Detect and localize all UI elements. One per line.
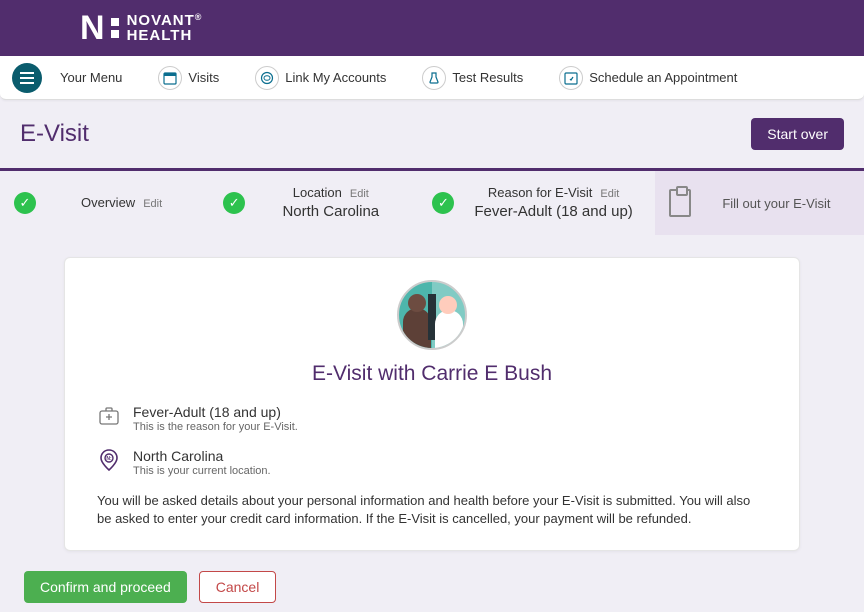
medical-kit-icon <box>97 404 121 428</box>
card-title: E-Visit with Carrie E Bush <box>97 362 767 386</box>
reason-main: Fever-Adult (18 and up) <box>133 404 298 421</box>
nav-label: Link My Accounts <box>285 70 386 85</box>
nav-label: Schedule an Appointment <box>589 70 737 85</box>
flask-icon <box>422 66 446 90</box>
card-description: You will be asked details about your per… <box>97 492 767 528</box>
nav-schedule[interactable]: Schedule an Appointment <box>541 66 755 90</box>
schedule-icon <box>559 66 583 90</box>
confirm-button[interactable]: Confirm and proceed <box>24 571 187 603</box>
nav-test-results[interactable]: Test Results <box>404 66 541 90</box>
step-label: Fill out your E-Visit <box>703 196 850 211</box>
cancel-button[interactable]: Cancel <box>199 571 277 603</box>
step-fill-out: Fill out your E-Visit <box>655 171 864 235</box>
step-location: ✓ Location Edit North Carolina <box>209 171 418 235</box>
nav-your-menu[interactable]: Your Menu <box>42 70 140 85</box>
nav-link-accounts[interactable]: Link My Accounts <box>237 66 404 90</box>
brand-line1: NOVANT <box>127 13 203 28</box>
nav-label: Visits <box>188 70 219 85</box>
location-main: North Carolina <box>133 448 271 465</box>
check-icon: ✓ <box>432 192 454 214</box>
step-label: Overview <box>81 195 135 212</box>
step-label: Reason for E-Visit <box>488 185 593 202</box>
reason-row: Fever-Adult (18 and up) This is the reas… <box>97 404 767 434</box>
hamburger-menu-icon[interactable] <box>12 63 42 93</box>
step-overview: ✓ Overview Edit <box>0 171 209 235</box>
evisit-avatar-icon <box>397 280 467 350</box>
start-over-button[interactable]: Start over <box>751 118 844 150</box>
novant-logo: N NOVANT HEALTH <box>80 9 202 48</box>
action-bar: Confirm and proceed Cancel <box>0 563 864 611</box>
step-reason: ✓ Reason for E-Visit Edit Fever-Adult (1… <box>418 171 654 235</box>
clipboard-icon <box>669 189 691 217</box>
edit-link[interactable]: Edit <box>600 187 619 201</box>
brand-line2: HEALTH <box>127 28 203 43</box>
edit-link[interactable]: Edit <box>143 197 162 211</box>
calendar-icon <box>158 66 182 90</box>
nav-visits[interactable]: Visits <box>140 66 237 90</box>
brand-header: N NOVANT HEALTH <box>0 0 864 56</box>
check-icon: ✓ <box>14 192 36 214</box>
logo-dots-icon <box>111 18 119 38</box>
location-row: N: North Carolina This is your current l… <box>97 448 767 478</box>
nav-label: Your Menu <box>60 70 122 85</box>
stepper: ✓ Overview Edit ✓ Location Edit North Ca… <box>0 171 864 235</box>
nav-label: Test Results <box>452 70 523 85</box>
link-icon <box>255 66 279 90</box>
reason-sub: This is the reason for your E-Visit. <box>133 421 298 434</box>
evisit-card: E-Visit with Carrie E Bush Fever-Adult (… <box>64 257 800 551</box>
step-value: North Carolina <box>257 202 404 222</box>
logo-n-icon: N <box>80 9 103 48</box>
check-icon: ✓ <box>223 192 245 214</box>
svg-text:N:: N: <box>106 456 112 462</box>
nav-bar: Your Menu Visits Link My Accounts Test R… <box>0 56 864 100</box>
step-value: Fever-Adult (18 and up) <box>466 202 640 222</box>
location-sub: This is your current location. <box>133 465 271 478</box>
edit-link[interactable]: Edit <box>350 187 369 201</box>
page-title: E-Visit <box>20 120 89 148</box>
page-header: E-Visit Start over <box>0 100 864 171</box>
step-label: Location <box>293 185 342 202</box>
location-pin-icon: N: <box>97 448 121 472</box>
